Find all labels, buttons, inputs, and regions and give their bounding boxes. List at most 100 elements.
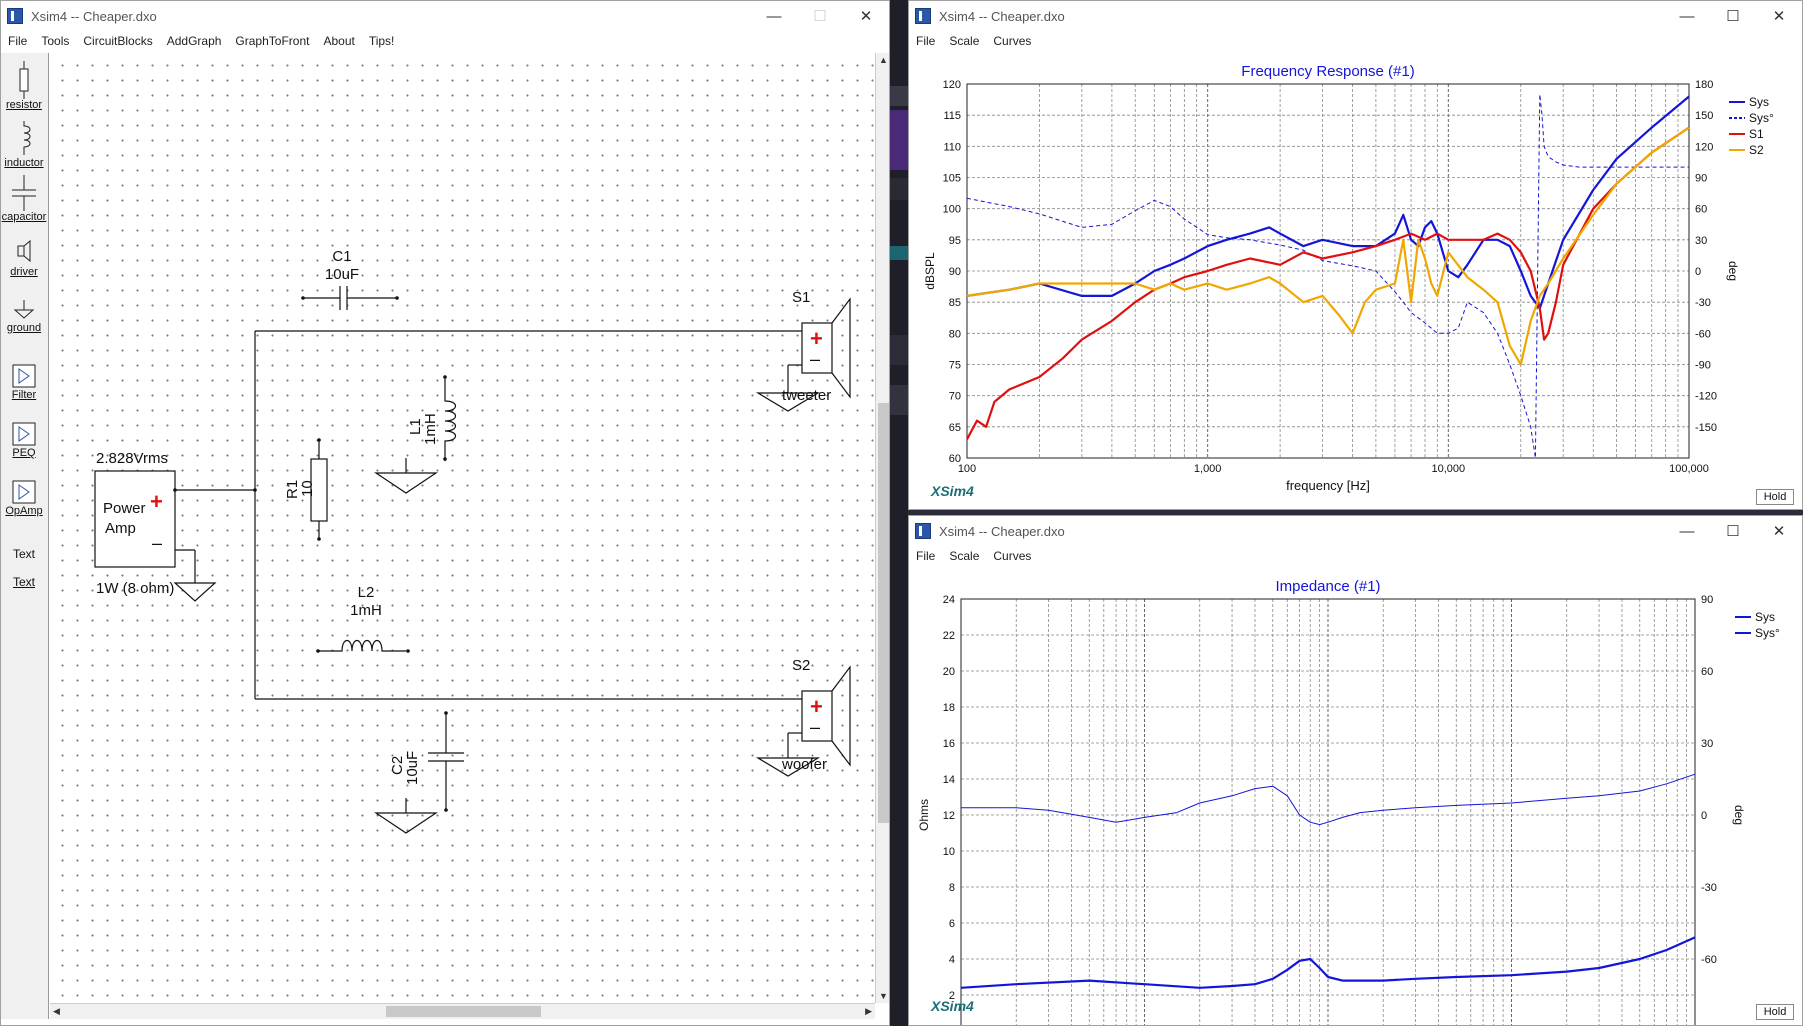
scroll-down-arrow[interactable]: ▼ [879,991,888,1001]
y2-tick-label: -120 [1695,391,1717,403]
minimize-button[interactable]: — [1664,516,1710,546]
tool-inductor[interactable]: inductor [1,121,47,169]
x-tick-label: 100,000 [1669,463,1709,475]
capacitor-c1[interactable] [303,286,397,310]
driver-icon [17,239,31,263]
tool-ground[interactable]: ground [1,298,47,334]
y-tick-label: 24 [943,594,955,606]
menu-graphtofront[interactable]: GraphToFront [228,34,316,48]
legend-entry: Sys [1755,610,1775,624]
menu-file[interactable]: File [909,549,942,563]
s1-label: tweeter [782,387,831,404]
s1-name: S1 [792,289,810,306]
series-line-Sys° [966,93,1689,459]
y-tick-label: 22 [943,630,955,642]
horizontal-scroll-thumb[interactable] [386,1006,541,1017]
circuit-window-titlebar[interactable]: Xsim4 -- Cheaper.dxo — ☐ ✕ [1,1,889,31]
minimize-button[interactable]: — [1664,1,1710,31]
x-tick-label: 100 [958,463,976,475]
y-tick-label: 120 [943,79,961,91]
menu-file[interactable]: File [1,34,34,48]
y2-tick-label: -90 [1695,360,1711,372]
y-tick-label: 110 [943,141,961,153]
menu-addgraph[interactable]: AddGraph [160,34,229,48]
y2-tick-label: -150 [1695,422,1717,434]
l1-value: 1mH [422,413,439,445]
tool-resistor[interactable]: resistor [1,61,47,111]
legend-entry: Sys [1749,95,1769,109]
menu-scale[interactable]: Scale [942,34,986,48]
scroll-left-arrow[interactable]: ◀ [53,1006,60,1017]
xsim-app-icon [7,8,23,24]
menu-about[interactable]: About [316,34,361,48]
maximize-button[interactable]: ☐ [797,1,843,31]
component-toolbox: resistor inductor capacitor driver groun… [1,53,49,1019]
y2-tick-label: 60 [1695,204,1707,216]
menu-curves[interactable]: Curves [986,34,1038,48]
tool-driver[interactable]: driver [1,238,47,278]
y2-tick-label: 0 [1695,266,1701,278]
menu-circuitblocks[interactable]: CircuitBlocks [76,34,159,48]
c2-value: 10uF [404,751,421,785]
inductor-l1[interactable] [444,377,457,461]
close-button[interactable]: ✕ [1756,516,1802,546]
y-tick-label: 10 [943,846,955,858]
ground-c2 [374,798,438,834]
text-icon: Text [12,547,35,561]
y2-tick-label: -30 [1701,882,1717,894]
amp-plus-sign: + [150,489,163,514]
l2-value: 1mH [350,602,382,619]
impedance-chart[interactable]: 24681012141618202224-60-300306090101001,… [909,566,1803,1026]
y-tick-label: 85 [949,297,961,309]
menu-curves[interactable]: Curves [986,549,1038,563]
frequency-response-chart[interactable]: 60 65 70 75 80 85 90 95 100 105 110 115 120 -150 -120 -… [909,51,1803,510]
xsim-brand-label: XSim4 [931,998,974,1014]
y2-tick-label: -60 [1695,328,1711,340]
maximize-button[interactable]: ☐ [1710,1,1756,31]
inductor-l2[interactable] [318,639,406,652]
ground-l1 [374,458,438,494]
horizontal-scrollbar[interactable]: ◀ ▶ [50,1003,875,1019]
vertical-scroll-thumb[interactable] [878,403,889,823]
y-tick-label: 95 [949,235,961,247]
l2-name: L2 [358,584,375,601]
y-axis-label: Ohms [917,799,931,831]
opamp-icon [12,480,36,504]
freq-window-titlebar[interactable]: Xsim4 -- Cheaper.dxo — ☐ ✕ [909,1,1802,31]
maximize-button[interactable]: ☐ [1710,516,1756,546]
capacitor-icon [12,175,36,211]
amp-minus-sign: – [152,533,162,553]
x-tick-label: 10,000 [1432,463,1466,475]
y2-tick-label: 0 [1701,810,1707,822]
tool-text[interactable]: Text [1,547,47,561]
y2-tick-label: 150 [1695,110,1713,122]
close-button[interactable]: ✕ [843,1,889,31]
schematic-canvas[interactable]: C1 10uF S1 tweeter L1 1mH R1 10 2.828Vrm… [50,53,875,1003]
imp-window-titlebar[interactable]: Xsim4 -- Cheaper.dxo — ☐ ✕ [909,516,1802,546]
y2-axis-label: deg [1726,261,1740,281]
hold-button[interactable]: Hold [1756,1004,1794,1020]
scroll-up-arrow[interactable]: ▲ [879,55,888,65]
freq-menubar: File Scale Curves [909,31,1802,51]
tool-capacitor[interactable]: capacitor [1,175,47,223]
xsim-app-icon [915,8,931,24]
minimize-button[interactable]: — [751,1,797,31]
menu-file[interactable]: File [909,34,942,48]
y2-tick-label: -60 [1701,954,1717,966]
y-tick-label: 20 [943,666,955,678]
y-tick-label: 4 [949,954,955,966]
close-button[interactable]: ✕ [1756,1,1802,31]
tool-filter[interactable]: Filter [1,363,47,401]
circuit-menubar: File Tools CircuitBlocks AddGraph GraphT… [1,31,889,51]
tool-peq[interactable]: PEQ [1,421,47,459]
y-tick-label: 90 [949,266,961,278]
tool-opamp[interactable]: OpAmp [1,479,47,517]
hold-button[interactable]: Hold [1756,489,1794,505]
menu-tools[interactable]: Tools [34,34,76,48]
capacitor-c2[interactable] [428,713,464,810]
scroll-right-arrow[interactable]: ▶ [865,1006,872,1017]
tool-text-2[interactable]: Text [1,575,47,589]
vertical-scrollbar[interactable]: ▲ ▼ [875,53,889,1003]
menu-scale[interactable]: Scale [942,549,986,563]
menu-tips[interactable]: Tips! [362,34,402,48]
